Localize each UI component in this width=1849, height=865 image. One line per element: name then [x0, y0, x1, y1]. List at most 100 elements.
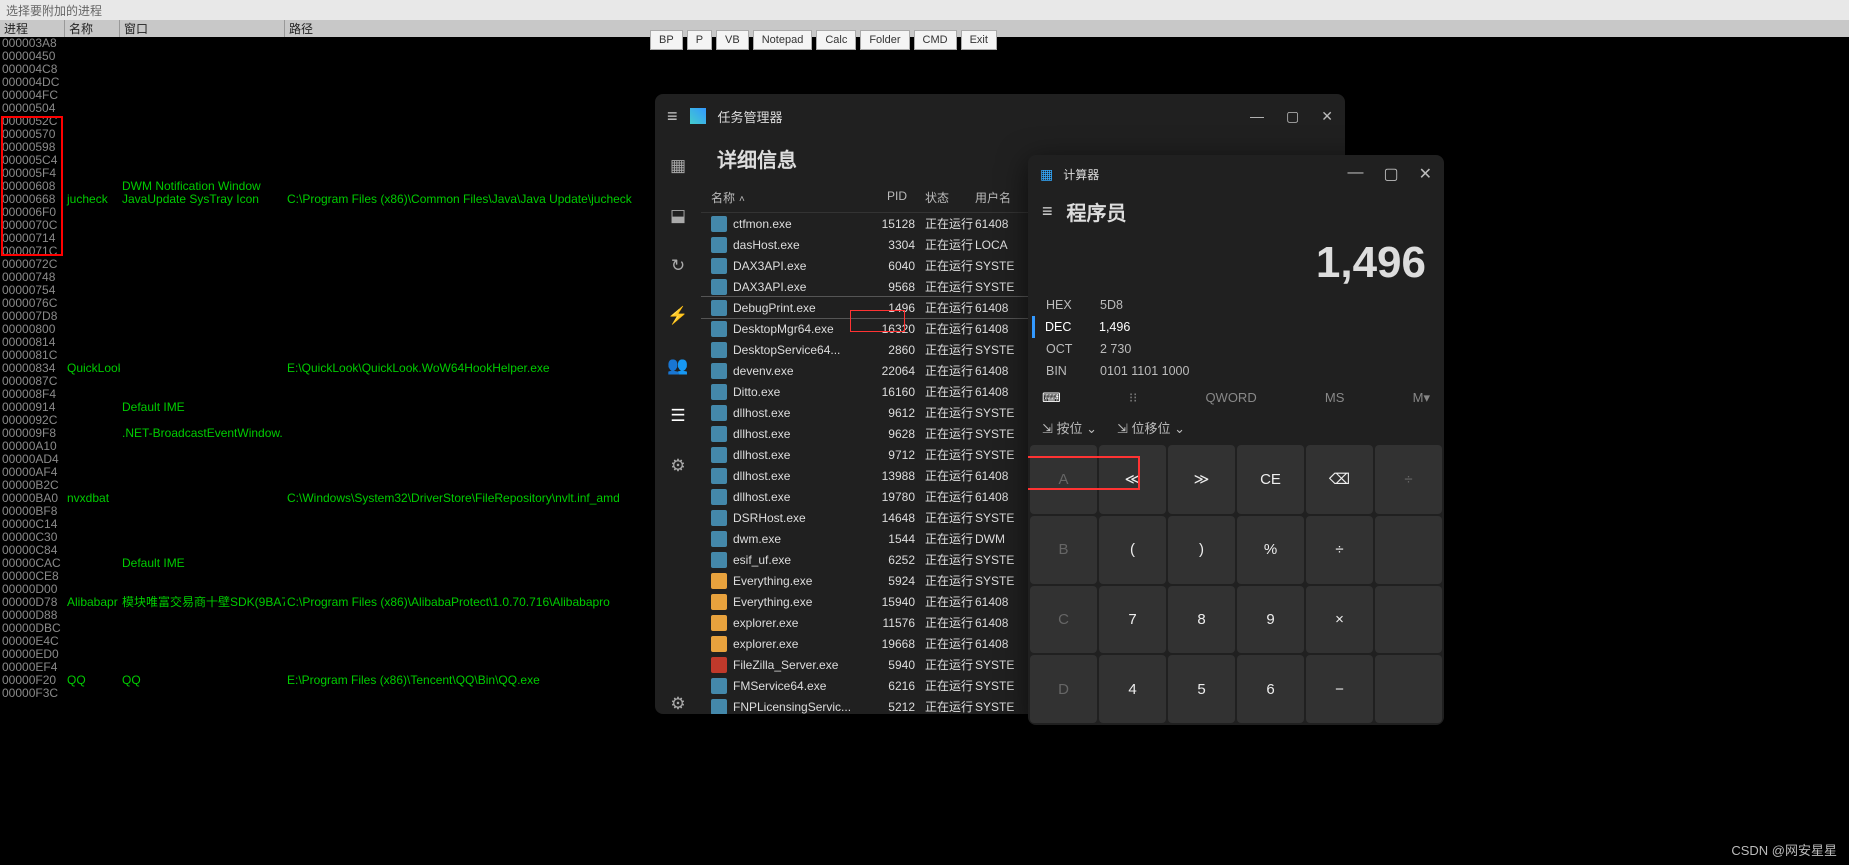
bitshift-dropdown[interactable]: ⇲ 位移位 ⌄	[1117, 418, 1185, 437]
process-row[interactable]: 0000052C	[0, 115, 660, 128]
calc-key-C[interactable]: C	[1030, 586, 1097, 654]
process-row[interactable]: 000005C4	[0, 154, 660, 167]
calc-key-blank[interactable]	[1375, 516, 1442, 584]
process-row[interactable]: 00000814	[0, 336, 660, 349]
hamburger-icon[interactable]: ≡	[667, 106, 678, 127]
sidebar-processes-icon[interactable]: ▦	[670, 156, 686, 176]
process-row[interactable]: 0000070C	[0, 219, 660, 232]
sidebar-history-icon[interactable]: ↻	[671, 256, 685, 276]
btn-cmd[interactable]: CMD	[914, 30, 957, 50]
process-row[interactable]: 00000608DWM Notification Window	[0, 180, 660, 193]
process-row[interactable]: 00000C84	[0, 544, 660, 557]
process-row[interactable]: 00000A10	[0, 440, 660, 453]
process-row[interactable]: 000003A8	[0, 37, 660, 50]
keypad-toggle-icon[interactable]: ⌨	[1042, 390, 1061, 406]
word-size[interactable]: QWORD	[1205, 390, 1256, 406]
tm-col-pid[interactable]: PID	[861, 189, 915, 206]
calc-key-9[interactable]: 9	[1237, 586, 1304, 654]
process-row[interactable]: 00000DBC	[0, 622, 660, 635]
calc-key-B[interactable]: B	[1030, 516, 1097, 584]
process-row[interactable]: 00000668jucheckJavaUpdate SysTray IconC:…	[0, 193, 660, 206]
btn-calc[interactable]: Calc	[816, 30, 856, 50]
sidebar-settings-icon[interactable]: ⚙	[670, 694, 685, 714]
calculator-window[interactable]: ▦ 计算器 — ▢ ✕ ≡ 程序员 1,496 HEX5D8 DEC1,496 …	[1028, 155, 1444, 725]
tm-col-status[interactable]: 状态	[915, 189, 975, 206]
calc-key-7[interactable]: 7	[1099, 586, 1166, 654]
calc-key-≫[interactable]: ≫	[1168, 445, 1235, 514]
process-row[interactable]: 00000D00	[0, 583, 660, 596]
process-row[interactable]: 00000800	[0, 323, 660, 336]
base-dec[interactable]: DEC1,496	[1032, 316, 1430, 338]
process-row[interactable]: 000004C8	[0, 63, 660, 76]
base-oct[interactable]: OCT2 730	[1042, 338, 1430, 360]
col-pid[interactable]: 进程	[0, 20, 65, 37]
minimize-icon[interactable]: —	[1347, 164, 1363, 184]
process-row[interactable]: 00000D88	[0, 609, 660, 622]
col-window[interactable]: 窗口	[120, 20, 285, 37]
base-hex[interactable]: HEX5D8	[1042, 294, 1430, 316]
btn-vb[interactable]: VB	[716, 30, 749, 50]
process-row[interactable]: 00000570	[0, 128, 660, 141]
process-row[interactable]: 00000C30	[0, 531, 660, 544]
process-row[interactable]: 000009F8.NET-BroadcastEventWindow.	[0, 427, 660, 440]
calc-key-%[interactable]: %	[1237, 516, 1304, 584]
process-row[interactable]: 0000076C	[0, 297, 660, 310]
process-row[interactable]: 00000754	[0, 284, 660, 297]
process-row[interactable]: 00000CE8	[0, 570, 660, 583]
calc-key-CE[interactable]: CE	[1237, 445, 1304, 514]
process-row[interactable]: 00000AF4	[0, 466, 660, 479]
process-row[interactable]: 0000081C	[0, 349, 660, 362]
process-row[interactable]: 00000BA0nvxdbatC:\Windows\System32\Drive…	[0, 492, 660, 505]
btn-folder[interactable]: Folder	[860, 30, 909, 50]
calc-key-4[interactable]: 4	[1099, 655, 1166, 723]
close-icon[interactable]: ✕	[1321, 108, 1333, 125]
maximize-icon[interactable]: ▢	[1286, 108, 1299, 125]
sidebar-startup-icon[interactable]: ⚡	[667, 306, 688, 326]
process-row[interactable]: 00000B2C	[0, 479, 660, 492]
process-row[interactable]: 00000AD4	[0, 453, 660, 466]
btn-p[interactable]: P	[687, 30, 712, 50]
process-row[interactable]: 000008F4	[0, 388, 660, 401]
calc-key-÷[interactable]: ÷	[1375, 445, 1442, 514]
process-row[interactable]: 00000ED0	[0, 648, 660, 661]
maximize-icon[interactable]: ▢	[1383, 164, 1398, 184]
calc-key-−[interactable]: −	[1306, 655, 1373, 723]
process-row[interactable]: 0000092C	[0, 414, 660, 427]
process-row[interactable]: 000005F4	[0, 167, 660, 180]
process-row[interactable]: 00000C14	[0, 518, 660, 531]
process-row[interactable]: 00000450	[0, 50, 660, 63]
process-row[interactable]: 00000D78Alibabapr模块唯富交易商十壁SDK(9BA72C:\Pr…	[0, 596, 660, 609]
process-row[interactable]: 00000598	[0, 141, 660, 154]
process-row[interactable]: 00000834QuickLookE:\QuickLook\QuickLook.…	[0, 362, 660, 375]
btn-exit[interactable]: Exit	[961, 30, 997, 50]
process-row[interactable]: 00000CACDefault IME	[0, 557, 660, 570]
process-row[interactable]: 000004DC	[0, 76, 660, 89]
col-name[interactable]: 名称	[65, 20, 120, 37]
process-row[interactable]: 00000BF8	[0, 505, 660, 518]
process-row[interactable]: 00000F20QQQQE:\Program Files (x86)\Tence…	[0, 674, 660, 687]
calc-key-([interactable]: (	[1099, 516, 1166, 584]
process-row[interactable]: 0000071C	[0, 245, 660, 258]
close-icon[interactable]: ✕	[1419, 164, 1432, 184]
col-path[interactable]: 路径	[285, 20, 1849, 37]
process-row[interactable]: 00000914Default IME	[0, 401, 660, 414]
tm-col-name[interactable]: 名称˄	[711, 189, 861, 206]
mem-dropdown[interactable]: M▾	[1413, 390, 1430, 406]
sidebar-users-icon[interactable]: 👥	[667, 356, 688, 376]
process-row[interactable]: 0000087C	[0, 375, 660, 388]
mem-store[interactable]: MS	[1325, 390, 1345, 406]
calc-key-×[interactable]: ×	[1306, 586, 1373, 654]
calc-key-D[interactable]: D	[1030, 655, 1097, 723]
btn-bp[interactable]: BP	[650, 30, 683, 50]
process-row[interactable]: 000007D8	[0, 310, 660, 323]
minimize-icon[interactable]: —	[1250, 108, 1264, 125]
bit-toggle-icon[interactable]: ⁝⁝	[1129, 390, 1137, 406]
process-row[interactable]: 00000504	[0, 102, 660, 115]
process-row[interactable]: 00000E4C	[0, 635, 660, 648]
calc-key-⌫[interactable]: ⌫	[1306, 445, 1373, 514]
process-row[interactable]: 000004FC	[0, 89, 660, 102]
sidebar-performance-icon[interactable]: ⬓	[670, 206, 686, 226]
calc-key-)[interactable]: )	[1168, 516, 1235, 584]
calc-key-÷[interactable]: ÷	[1306, 516, 1373, 584]
sidebar-details-icon[interactable]: ☰	[670, 406, 685, 426]
